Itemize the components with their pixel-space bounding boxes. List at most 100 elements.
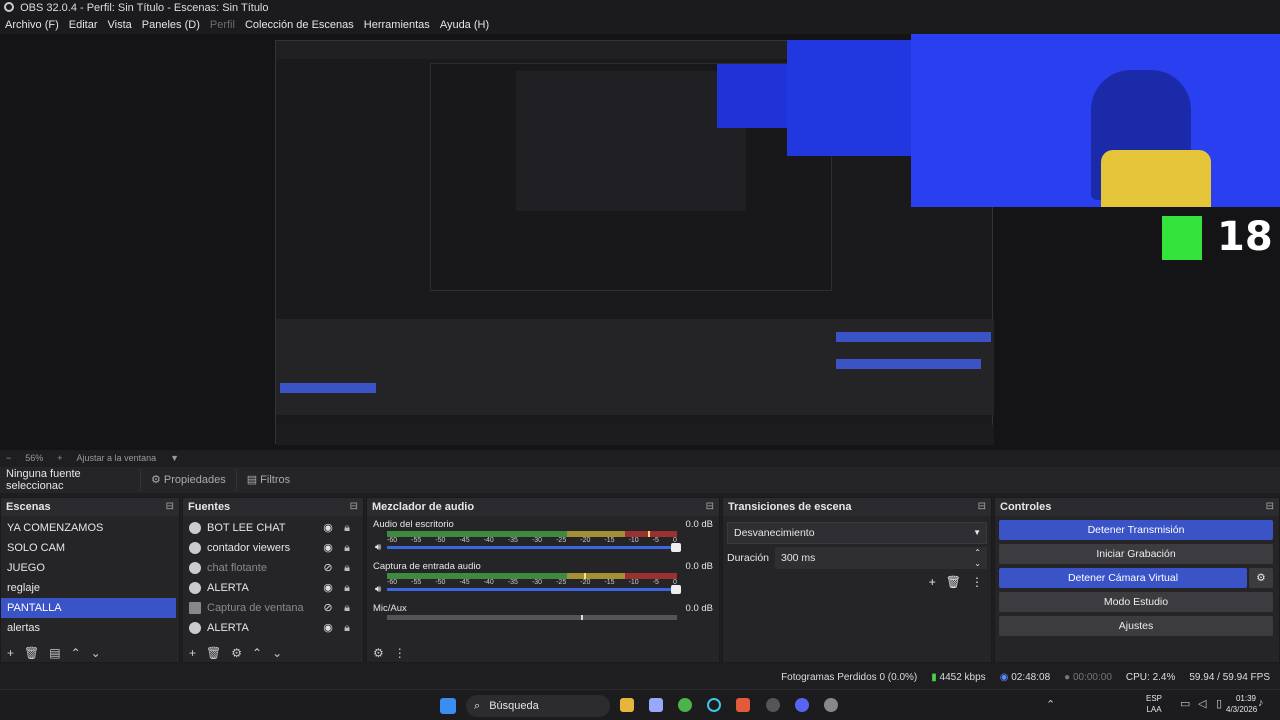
spin-arrows-icon[interactable]: ⌃ ⌄ (974, 547, 981, 569)
source-item[interactable]: ALERTA ◉ 🔒︎ (183, 578, 363, 598)
cortana-icon[interactable] (707, 698, 721, 712)
discord-icon[interactable] (795, 698, 809, 712)
file-explorer-icon[interactable] (620, 698, 634, 712)
volume-icon[interactable]: ◁ (1198, 697, 1206, 710)
taskbar-search[interactable]: ⌕ Búsqueda (466, 695, 610, 717)
slider-knob[interactable] (671, 585, 681, 594)
start-recording-button[interactable]: Iniciar Grabación (999, 544, 1273, 564)
store-icon[interactable] (649, 698, 663, 712)
scene-item-selected[interactable]: PANTALLA (1, 598, 176, 618)
undock-icon[interactable]: ⊟ (166, 498, 174, 516)
source-list: BOT LEE CHAT ◉ 🔒︎ contador viewers ◉ 🔒︎ chat… (183, 516, 363, 638)
chrome-icon[interactable] (678, 698, 692, 712)
filter-icon[interactable]: ▤ (49, 646, 60, 660)
scene-item[interactable]: alertas (1, 618, 179, 638)
lock-icon[interactable]: 🔒︎ (341, 538, 353, 558)
preview-canvas[interactable]: 18 (0, 34, 1280, 450)
add-icon[interactable]: + (189, 646, 196, 660)
menu-perfil[interactable]: Perfil (210, 16, 235, 34)
lock-icon[interactable]: 🔒︎ (341, 518, 353, 538)
tray-chevron-icon[interactable]: ⌃ (1046, 698, 1055, 711)
zoom-out-icon[interactable]: − (6, 453, 11, 463)
volume-slider[interactable] (387, 543, 681, 552)
studio-mode-button[interactable]: Modo Estudio (999, 592, 1273, 612)
eye-hidden-icon[interactable]: ⊘ (321, 558, 335, 578)
speaker-icon[interactable]: 🔊︎ (375, 542, 381, 553)
app-icon[interactable] (766, 698, 780, 712)
volume-slider[interactable] (387, 585, 681, 594)
language-indicator[interactable]: ESP LAA (1146, 693, 1162, 715)
source-name: contador viewers (207, 542, 291, 554)
source-item[interactable]: ALERTA ◉ 🔒︎ (183, 618, 363, 638)
eye-icon[interactable]: ◉ (321, 518, 335, 538)
obs-taskbar-icon[interactable] (824, 698, 838, 712)
source-item[interactable]: contador viewers ◉ 🔒︎ (183, 538, 363, 558)
source-item[interactable]: Captura de ventana ⊘ 🔒︎ (183, 598, 363, 618)
filters-button[interactable]: ▤ Filtros (235, 469, 300, 491)
properties-button[interactable]: ⚙ Propiedades (140, 469, 236, 491)
gear-icon[interactable]: ⚙ (231, 646, 242, 660)
eye-icon[interactable]: ◉ (321, 618, 335, 638)
transition-select[interactable]: Desvanecimiento ▼ (727, 522, 987, 544)
menu-dots-icon[interactable]: ⋮ (971, 575, 983, 589)
battery-icon[interactable]: ▯ (1216, 697, 1222, 710)
move-up-icon[interactable]: ⌃ (71, 646, 81, 660)
duration-spinbox[interactable]: 300 ms ⌃ ⌄ (775, 547, 987, 569)
windows-start-icon[interactable] (440, 698, 456, 714)
chevron-down-icon[interactable]: ▼ (973, 523, 981, 543)
trash-icon[interactable]: 🗑 (946, 575, 961, 589)
speaker-icon[interactable]: 🔊︎ (375, 584, 381, 595)
notification-bell-icon[interactable]: ♪ (1258, 697, 1264, 709)
source-item[interactable]: chat flotante ⊘ 🔒︎ (183, 558, 363, 578)
scene-item[interactable]: JUEGO (1, 558, 179, 578)
menu-vista[interactable]: Vista (108, 16, 132, 34)
menu-paneles[interactable]: Paneles (D) (142, 16, 200, 34)
menu-editar[interactable]: Editar (69, 16, 98, 34)
menu-herramientas[interactable]: Herramientas (364, 16, 430, 34)
undock-icon[interactable]: ⊟ (978, 498, 986, 516)
source-item[interactable]: BOT LEE CHAT ◉ 🔒︎ (183, 518, 363, 538)
undock-icon[interactable]: ⊟ (1266, 498, 1274, 516)
chevron-down-icon[interactable]: ▼ (170, 453, 179, 463)
duration-label: Duración (727, 552, 770, 564)
menu-coleccion-escenas[interactable]: Colección de Escenas (245, 16, 354, 34)
fit-to-window-dropdown[interactable]: Ajustar a la ventana (77, 453, 157, 463)
lock-icon[interactable]: 🔒︎ (341, 558, 353, 578)
network-icon[interactable]: ▭ (1180, 697, 1190, 710)
move-down-icon[interactable]: ⌄ (91, 646, 101, 660)
clock[interactable]: 01:39 4/3/2026 (1226, 693, 1257, 715)
title-bar: OBS 32.0.4 - Perfil: Sin Título - Escena… (0, 0, 1280, 16)
add-icon[interactable]: + (929, 575, 936, 589)
menu-archivo[interactable]: Archivo (F) (5, 16, 59, 34)
menu-dots-icon[interactable]: ⋮ (394, 646, 406, 660)
filters-label: Filtros (260, 474, 291, 486)
slider-knob[interactable] (671, 543, 681, 552)
eye-icon[interactable]: ◉ (321, 538, 335, 558)
settings-button[interactable]: Ajustes (999, 616, 1273, 636)
trash-icon[interactable]: 🗑 (24, 646, 39, 660)
scale-tick: -60 (387, 537, 398, 544)
undock-icon[interactable]: ⊟ (350, 498, 358, 516)
add-icon[interactable]: + (7, 646, 14, 660)
virtual-camera-settings-gear-icon[interactable]: ⚙ (1249, 568, 1273, 588)
brave-icon[interactable] (736, 698, 750, 712)
lock-icon[interactable]: 🔒︎ (341, 618, 353, 638)
menu-ayuda[interactable]: Ayuda (H) (440, 16, 489, 34)
move-up-icon[interactable]: ⌃ (252, 646, 262, 660)
lock-icon[interactable]: 🔒︎ (341, 598, 353, 618)
stop-virtual-camera-button[interactable]: Detener Cámara Virtual (999, 568, 1247, 588)
scene-item[interactable]: SOLO CAM (1, 538, 179, 558)
move-down-icon[interactable]: ⌄ (272, 646, 282, 660)
lock-icon[interactable]: 🔒︎ (341, 578, 353, 598)
zoom-in-icon[interactable]: + (57, 453, 62, 463)
trash-icon[interactable]: 🗑 (206, 646, 221, 660)
scene-item[interactable]: reglaje (1, 578, 179, 598)
undock-icon[interactable]: ⊟ (706, 498, 714, 516)
meter-peak (581, 615, 584, 620)
eye-hidden-icon[interactable]: ⊘ (321, 598, 335, 618)
advanced-audio-icon[interactable]: ⚙ (373, 646, 384, 660)
eye-icon[interactable]: ◉ (321, 578, 335, 598)
mixer-channel: Audio del escritorio 0.0 dB -60 -55 -50 -45 -… (367, 516, 719, 553)
stop-streaming-button[interactable]: Detener Transmisión (999, 520, 1273, 540)
scene-item[interactable]: YA COMENZAMOS (1, 518, 179, 538)
